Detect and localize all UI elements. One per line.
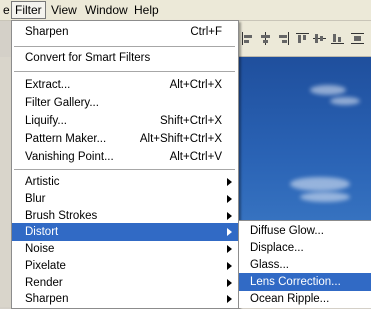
submenu-item-lens-correction[interactable]: Lens Correction... [239, 273, 371, 291]
menu-item-filter-gallery[interactable]: Filter Gallery... [12, 94, 238, 112]
align-right-icon[interactable] [277, 32, 290, 45]
align-bottom-icon[interactable] [331, 32, 344, 45]
distribute-icon[interactable] [351, 32, 364, 45]
menu-item-sharpen-submenu[interactable]: Sharpen [12, 290, 238, 308]
menu-filter[interactable]: Filter [11, 1, 46, 19]
menu-item-vanishing-point[interactable]: Vanishing Point... Alt+Ctrl+V [12, 148, 238, 166]
cloud [290, 177, 350, 191]
menu-item-shortcut: Alt+Ctrl+X [169, 79, 222, 91]
menu-separator [14, 46, 235, 47]
menu-item-label: Pattern Maker... [25, 133, 107, 145]
filter-menu: Sharpen Ctrl+F Convert for Smart Filters… [11, 20, 239, 309]
submenu-item-label: Diffuse Glow... [250, 225, 324, 237]
align-left-icon[interactable] [241, 32, 254, 45]
menu-item-liquify[interactable]: Liquify... Shift+Ctrl+X [12, 112, 238, 130]
menu-window[interactable]: Window [82, 2, 131, 18]
submenu-arrow-icon [227, 262, 232, 270]
document-edge [0, 57, 11, 307]
align-top-icon[interactable] [296, 32, 309, 45]
submenu-item-label: Glass... [250, 259, 289, 271]
menu-item-last-filter[interactable]: Sharpen Ctrl+F [12, 23, 238, 41]
submenu-item-label: Displace... [250, 242, 304, 254]
menu-item-label: Noise [25, 243, 55, 255]
menu-item-blur[interactable]: Blur [12, 190, 238, 208]
menu-item-noise[interactable]: Noise [12, 240, 238, 258]
menu-item-label: Liquify... [25, 115, 67, 127]
menu-item-label: Sharpen [25, 26, 69, 38]
menu-item-pixelate[interactable]: Pixelate [12, 257, 238, 275]
menu-separator [14, 169, 235, 170]
menu-item-label: Vanishing Point... [25, 151, 114, 163]
menu-item-extract[interactable]: Extract... Alt+Ctrl+X [12, 76, 238, 94]
menu-view[interactable]: View [48, 2, 80, 18]
submenu-item-label: Lens Correction... [250, 276, 341, 288]
menu-item-label: Artistic [25, 176, 60, 188]
submenu-arrow-icon [227, 178, 232, 186]
menu-item-label: Filter Gallery... [25, 97, 99, 109]
menu-item-convert-smart-filters[interactable]: Convert for Smart Filters [12, 49, 238, 67]
submenu-arrow-icon [227, 295, 232, 303]
menu-item-pattern-maker[interactable]: Pattern Maker... Alt+Shift+Ctrl+X [12, 130, 238, 148]
align-middle-icon[interactable] [313, 32, 326, 45]
menu-item-distort[interactable]: Distort [12, 223, 238, 241]
submenu-item-label: Ocean Ripple... [250, 293, 330, 305]
menu-separator [14, 71, 235, 72]
menu-help[interactable]: Help [131, 2, 162, 18]
menu-item-shortcut: Alt+Shift+Ctrl+X [139, 133, 222, 145]
submenu-arrow-icon [227, 212, 232, 220]
submenu-item-ocean-ripple[interactable]: Ocean Ripple... [239, 290, 371, 308]
menu-item-shortcut: Shift+Ctrl+X [160, 115, 222, 127]
submenu-arrow-icon [227, 195, 232, 203]
menu-item-label: Blur [25, 193, 46, 205]
menu-item-label: Pixelate [25, 260, 66, 272]
menu-item-label: Convert for Smart Filters [25, 52, 151, 64]
submenu-item-glass[interactable]: Glass... [239, 256, 371, 274]
submenu-item-displace[interactable]: Displace... [239, 239, 371, 257]
menu-bar: e Filter View Window Help [0, 0, 371, 21]
align-center-icon[interactable] [259, 32, 272, 45]
menu-item-shortcut: Alt+Ctrl+V [169, 151, 222, 163]
cloud [330, 97, 360, 105]
menu-item-shortcut: Ctrl+F [190, 26, 222, 38]
menu-item-label: Distort [25, 226, 59, 238]
menu-item-artistic[interactable]: Artistic [12, 173, 238, 191]
submenu-item-diffuse-glow[interactable]: Diffuse Glow... [239, 222, 371, 240]
submenu-arrow-icon [227, 245, 232, 253]
cloud [300, 192, 350, 202]
options-bar [236, 21, 371, 57]
cloud [310, 85, 346, 95]
submenu-arrow-icon [227, 228, 232, 236]
distort-submenu: Diffuse Glow... Displace... Glass... Len… [238, 220, 371, 308]
submenu-arrow-icon [227, 279, 232, 287]
menu-item-label: Extract... [25, 79, 71, 91]
menu-item-label: Sharpen [25, 293, 69, 305]
